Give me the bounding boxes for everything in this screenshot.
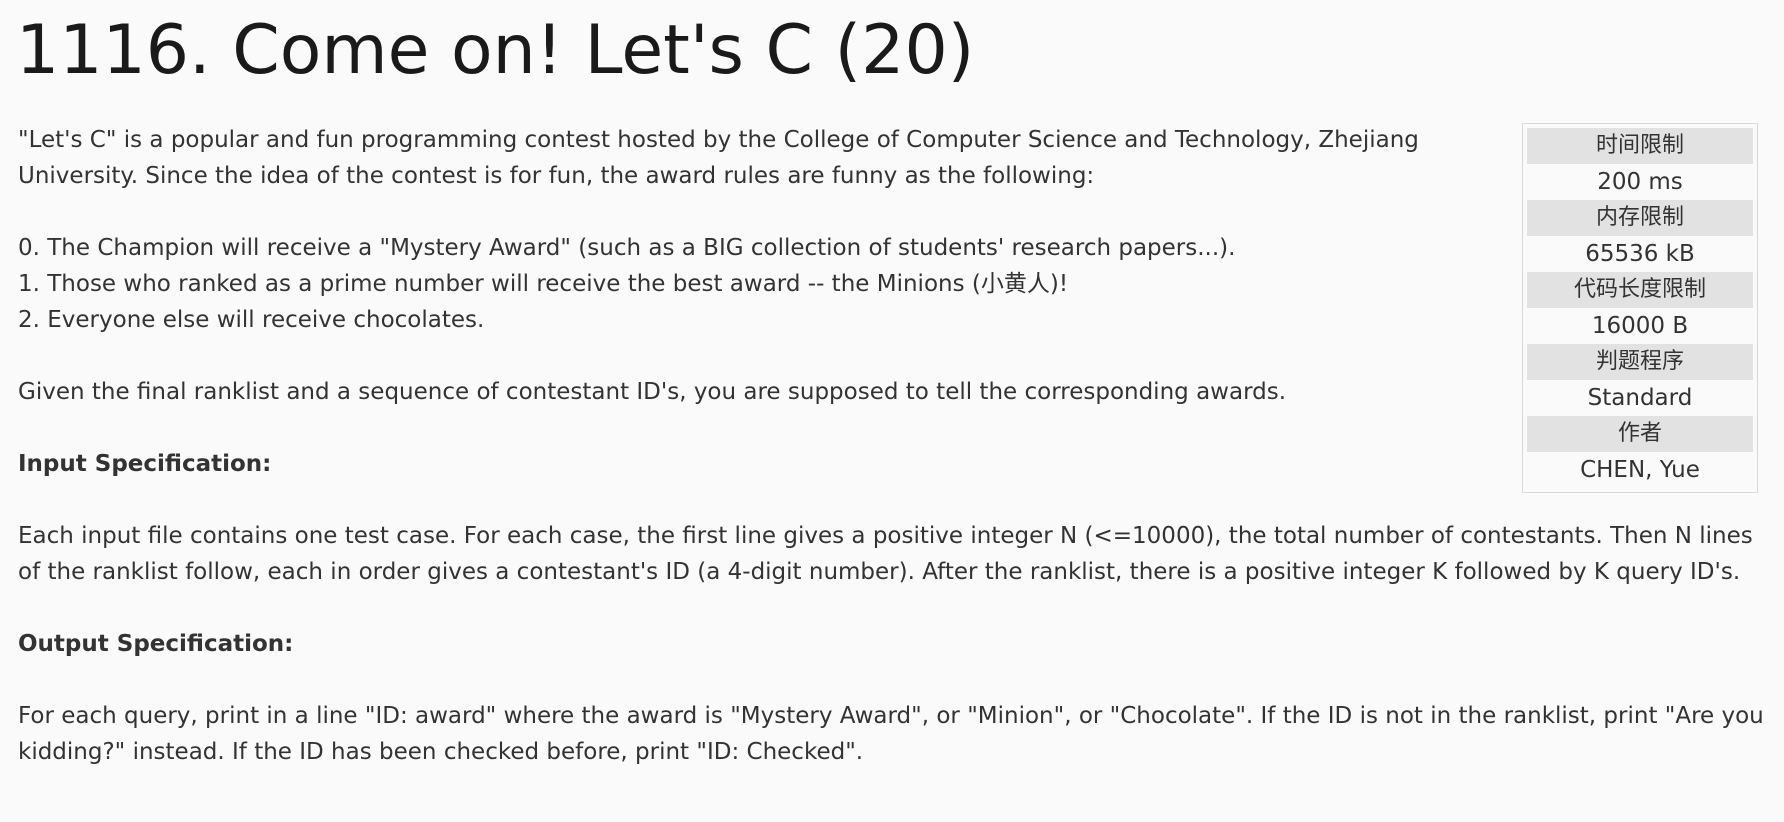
input-spec-heading: Input Specification: <box>18 451 272 477</box>
problem-title: 1116. Come on! Let's C (20) <box>16 11 975 90</box>
intro-paragraph: "Let's C" is a popular and fun programmi… <box>18 127 1419 189</box>
input-spec-text: Each input file contains one test case. … <box>18 523 1753 585</box>
problem-description: "Let's C" is a popular and fun programmi… <box>18 122 1770 770</box>
rule-item: 2. Everyone else will receive chocolates… <box>18 307 485 333</box>
rule-item: 0. The Champion will receive a "Mystery … <box>18 235 1236 261</box>
output-spec-heading: Output Specification: <box>18 631 294 657</box>
rule-item: 1. Those who ranked as a prime number wi… <box>18 271 1069 297</box>
task-paragraph: Given the final ranklist and a sequence … <box>18 379 1287 405</box>
output-spec-text: For each query, print in a line "ID: awa… <box>18 703 1764 765</box>
